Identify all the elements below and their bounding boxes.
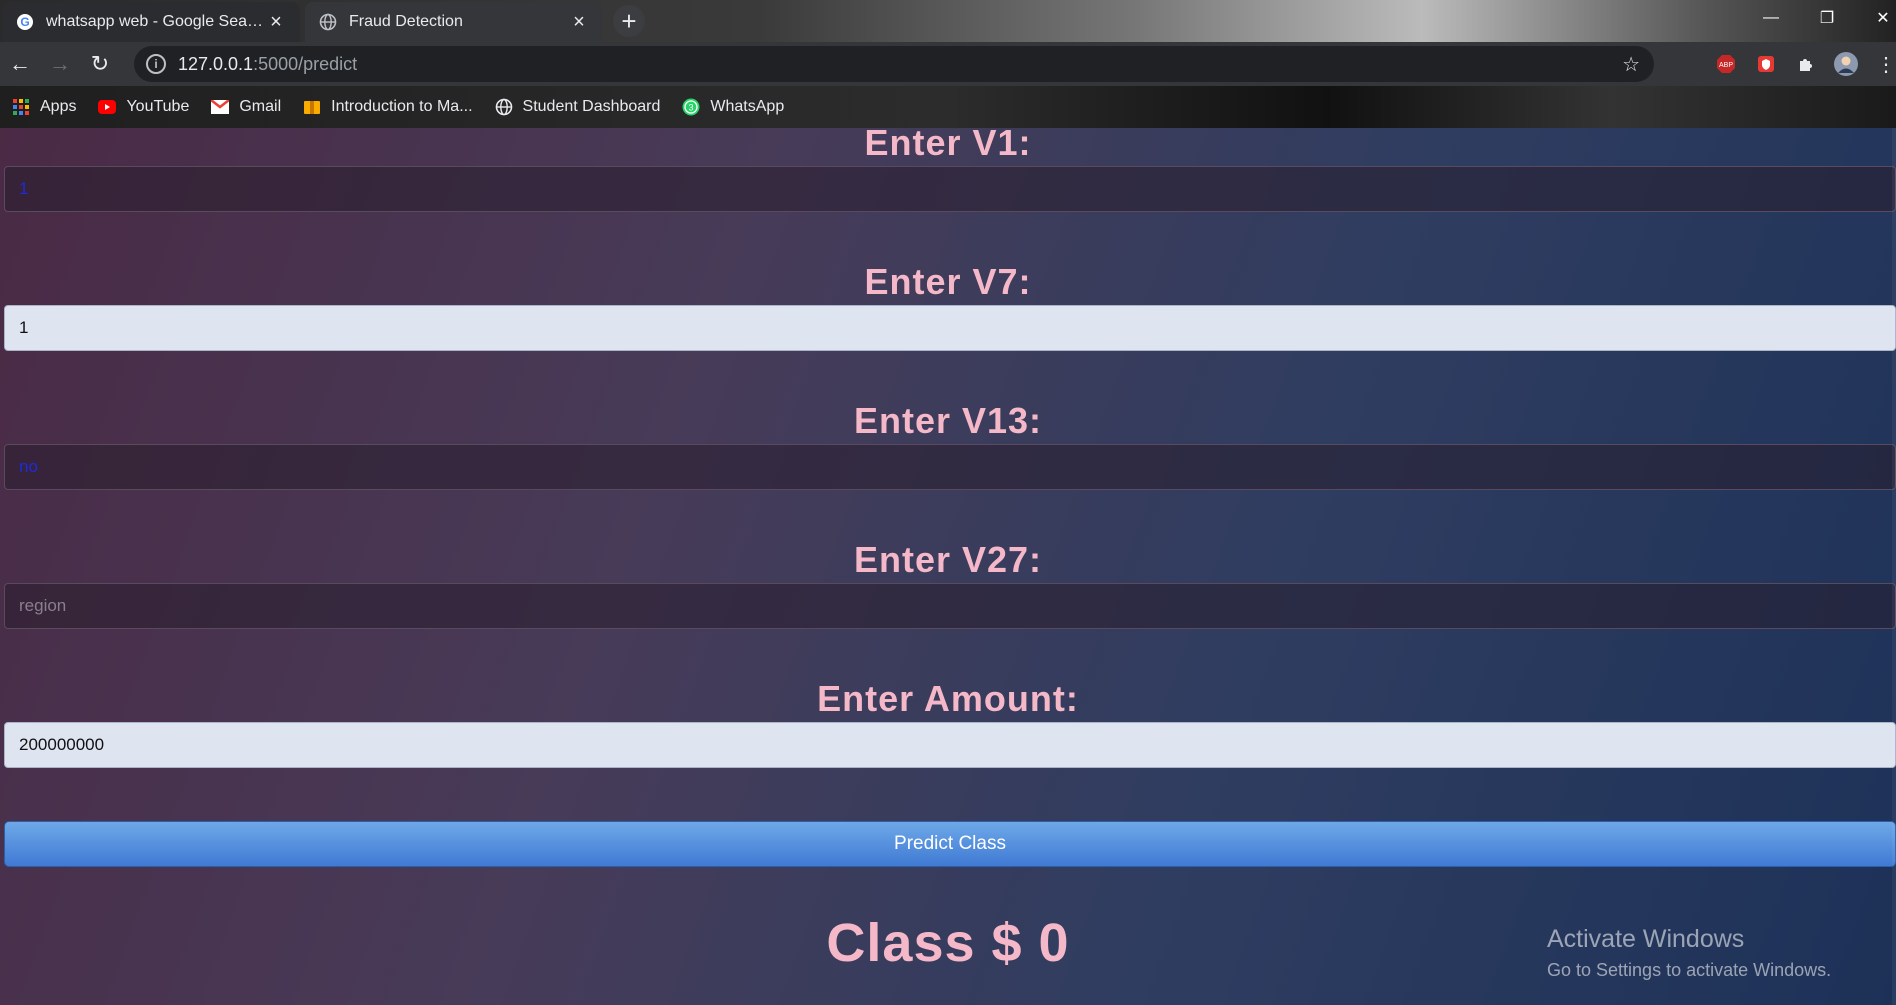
svg-text:ABP: ABP: [1719, 62, 1733, 69]
globe-icon: [495, 98, 513, 116]
watermark-title: Activate Windows: [1547, 925, 1745, 953]
adblock-extension-icon[interactable]: ABP: [1714, 52, 1738, 76]
info-icon[interactable]: i: [146, 54, 166, 74]
bookmark-gmail[interactable]: Gmail: [211, 98, 281, 116]
v7-label: Enter V7:: [864, 261, 1032, 302]
profile-avatar[interactable]: [1834, 52, 1858, 76]
v27-label: Enter V27:: [853, 539, 1043, 580]
new-tab-button[interactable]: +: [613, 5, 645, 37]
globe-icon: [319, 13, 337, 31]
bookmark-apps[interactable]: Apps: [12, 98, 76, 116]
url-host: 127.0.0.1: [178, 53, 254, 74]
address-bar[interactable]: i 127.0.0.1:5000/predict ☆: [134, 46, 1654, 82]
bookmark-label: Apps: [40, 98, 77, 115]
bookmark-star-icon[interactable]: ☆: [1622, 52, 1640, 77]
tab-strip: G whatsapp web - Google Search × Fraud D…: [0, 0, 1896, 42]
browser-toolbar: ← → ↻ i 127.0.0.1:5000/predict ☆ ABP ⋮: [0, 42, 1896, 86]
v7-input[interactable]: [4, 305, 1896, 351]
tab-title: whatsapp web - Google Search: [46, 13, 266, 30]
v1-input[interactable]: [4, 166, 1896, 212]
bookmark-whatsapp[interactable]: 3 WhatsApp: [682, 98, 784, 116]
bookmarks-bar: Apps YouTube Gmail Introduction to Ma...…: [0, 86, 1896, 128]
watermark-subtitle: Go to Settings to activate Windows.: [1547, 960, 1832, 980]
bookmark-label: Student Dashboard: [522, 98, 661, 115]
svg-text:3: 3: [689, 103, 694, 113]
fraud-detection-page: Enter V1: Enter V7: Enter V13: Enter V27…: [0, 128, 1896, 1005]
gmail-icon: [211, 98, 230, 116]
bookmark-introduction[interactable]: Introduction to Ma...: [303, 98, 473, 116]
menu-kebab-icon[interactable]: ⋮: [1874, 52, 1896, 76]
bookmark-label: WhatsApp: [710, 98, 785, 115]
tab-fraud-detection[interactable]: Fraud Detection ×: [305, 2, 603, 42]
reload-icon[interactable]: ↻: [80, 44, 120, 84]
bookmark-label: Introduction to Ma...: [331, 98, 473, 115]
tab-google-search[interactable]: G whatsapp web - Google Search ×: [2, 2, 300, 42]
v13-input[interactable]: [4, 444, 1896, 490]
page-scrollbar[interactable]: [1892, 128, 1896, 1005]
restore-icon[interactable]: ❐: [1799, 0, 1855, 36]
amount-label: Enter Amount:: [817, 678, 1079, 719]
tab-title: Fraud Detection: [349, 13, 463, 30]
activate-windows-watermark: Activate Windows Go to Settings to activ…: [1547, 925, 1831, 981]
forward-icon[interactable]: →: [40, 44, 80, 84]
close-window-icon[interactable]: ✕: [1855, 0, 1896, 36]
shield-extension-icon[interactable]: [1754, 52, 1778, 76]
v13-label: Enter V13:: [853, 400, 1043, 441]
v1-label: Enter V1:: [864, 128, 1032, 163]
back-icon[interactable]: ←: [0, 44, 40, 84]
youtube-icon: [98, 98, 117, 116]
bookmark-youtube[interactable]: YouTube: [98, 98, 189, 116]
whatsapp-icon: 3: [682, 98, 700, 116]
apps-grid-icon: [12, 98, 30, 116]
puzzle-extensions-icon[interactable]: [1794, 52, 1818, 76]
folder-icon: [303, 98, 321, 116]
bookmark-label: YouTube: [126, 98, 190, 115]
bookmark-label: Gmail: [239, 98, 282, 115]
v27-input[interactable]: [4, 583, 1896, 629]
google-icon: G: [16, 13, 34, 31]
minimize-icon[interactable]: —: [1743, 0, 1799, 36]
bookmark-student-dashboard[interactable]: Student Dashboard: [495, 98, 661, 116]
close-tab-icon[interactable]: ×: [266, 11, 286, 33]
svg-text:G: G: [20, 15, 29, 29]
close-tab-icon[interactable]: ×: [569, 11, 589, 33]
predict-class-button[interactable]: Predict Class: [4, 821, 1896, 867]
amount-input[interactable]: [4, 722, 1896, 768]
url-path: :5000/predict: [253, 53, 358, 74]
